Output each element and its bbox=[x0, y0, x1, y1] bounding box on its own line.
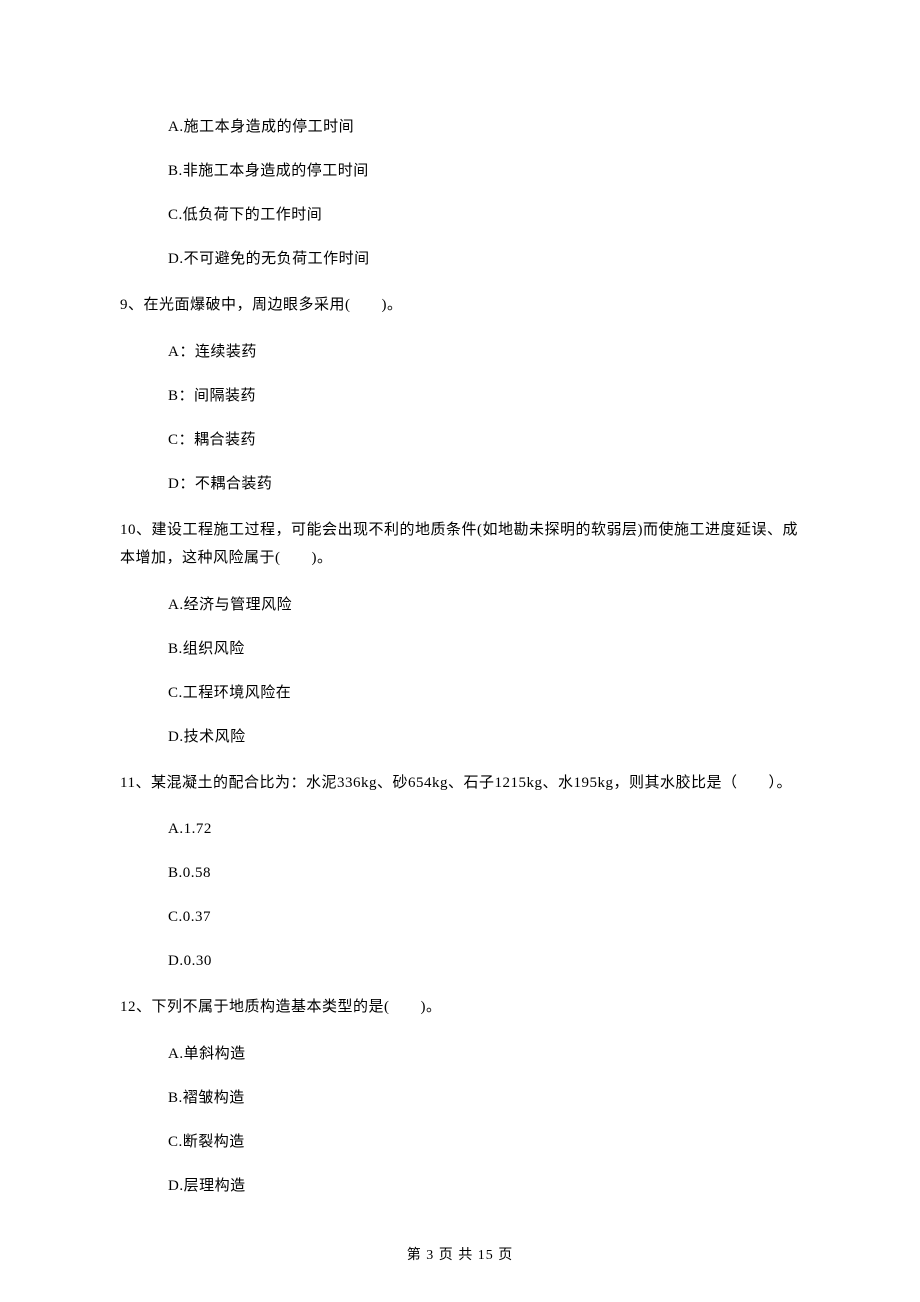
q8-option-a: A.施工本身造成的停工时间 bbox=[168, 115, 800, 139]
q8-option-b: B.非施工本身造成的停工时间 bbox=[168, 159, 800, 183]
q9-option-d: D：不耦合装药 bbox=[168, 472, 800, 496]
q11-option-d: D.0.30 bbox=[168, 949, 800, 973]
q10-stem: 10、建设工程施工过程，可能会出现不利的地质条件(如地勘未探明的软弱层)而使施工… bbox=[120, 516, 800, 573]
q11-option-b: B.0.58 bbox=[168, 861, 800, 885]
q10-option-a: A.经济与管理风险 bbox=[168, 593, 800, 617]
q9-option-c: C：耦合装药 bbox=[168, 428, 800, 452]
q10-option-c: C.工程环境风险在 bbox=[168, 681, 800, 705]
q12-option-b: B.褶皱构造 bbox=[168, 1086, 800, 1110]
q9-option-a: A：连续装药 bbox=[168, 340, 800, 364]
q9-option-b: B：间隔装药 bbox=[168, 384, 800, 408]
q9-stem: 9、在光面爆破中，周边眼多采用( )。 bbox=[120, 291, 800, 320]
q10-option-d: D.技术风险 bbox=[168, 725, 800, 749]
q8-option-d: D.不可避免的无负荷工作时间 bbox=[168, 247, 800, 271]
q12-option-c: C.断裂构造 bbox=[168, 1130, 800, 1154]
q8-option-c: C.低负荷下的工作时间 bbox=[168, 203, 800, 227]
q10-option-b: B.组织风险 bbox=[168, 637, 800, 661]
q11-option-c: C.0.37 bbox=[168, 905, 800, 929]
q11-option-a: A.1.72 bbox=[168, 817, 800, 841]
q11-stem: 11、某混凝土的配合比为：水泥336kg、砂654kg、石子1215kg、水19… bbox=[120, 769, 800, 798]
page-content: A.施工本身造成的停工时间 B.非施工本身造成的停工时间 C.低负荷下的工作时间… bbox=[0, 0, 920, 1198]
page-footer: 第 3 页 共 15 页 bbox=[0, 1244, 920, 1264]
q12-option-d: D.层理构造 bbox=[168, 1174, 800, 1198]
q12-stem: 12、下列不属于地质构造基本类型的是( )。 bbox=[120, 993, 800, 1022]
q12-option-a: A.单斜构造 bbox=[168, 1042, 800, 1066]
